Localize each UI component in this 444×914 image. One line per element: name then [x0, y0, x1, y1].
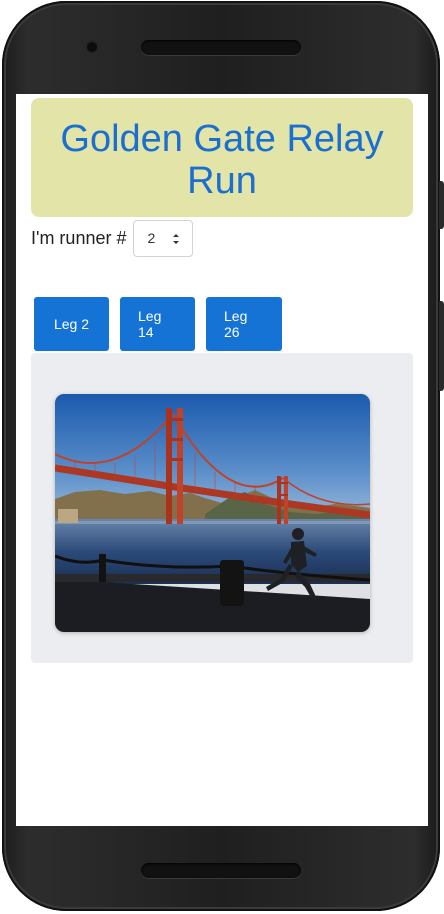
title-banner: Golden Gate Relay Run: [31, 98, 413, 217]
runner-number-value: 2: [147, 230, 156, 246]
front-camera-icon: [87, 42, 97, 52]
leg-14-button[interactable]: Leg 14: [120, 297, 195, 351]
updown-chevron-icon: [173, 233, 180, 244]
bottom-speaker: [141, 863, 301, 878]
leg-2-button[interactable]: Leg 2: [34, 297, 109, 351]
golden-gate-runner-photo: [55, 394, 370, 632]
leg-content-panel: [31, 353, 413, 663]
app-screen: Golden Gate Relay Run I'm runner # 2 Leg…: [16, 94, 428, 826]
earpiece-speaker: [141, 40, 301, 55]
power-button: [439, 181, 444, 229]
runner-number-select[interactable]: 2: [133, 219, 194, 257]
page-title: Golden Gate Relay Run: [60, 118, 384, 202]
leg-buttons: Leg 2 Leg 14 Leg 26: [34, 297, 282, 351]
runner-selector-row: I'm runner # 2: [31, 219, 194, 257]
leg-26-button[interactable]: Leg 26: [206, 297, 282, 351]
golden-gate-bridge-image: [55, 394, 370, 632]
runner-label: I'm runner #: [31, 227, 127, 248]
volume-button: [439, 301, 444, 391]
